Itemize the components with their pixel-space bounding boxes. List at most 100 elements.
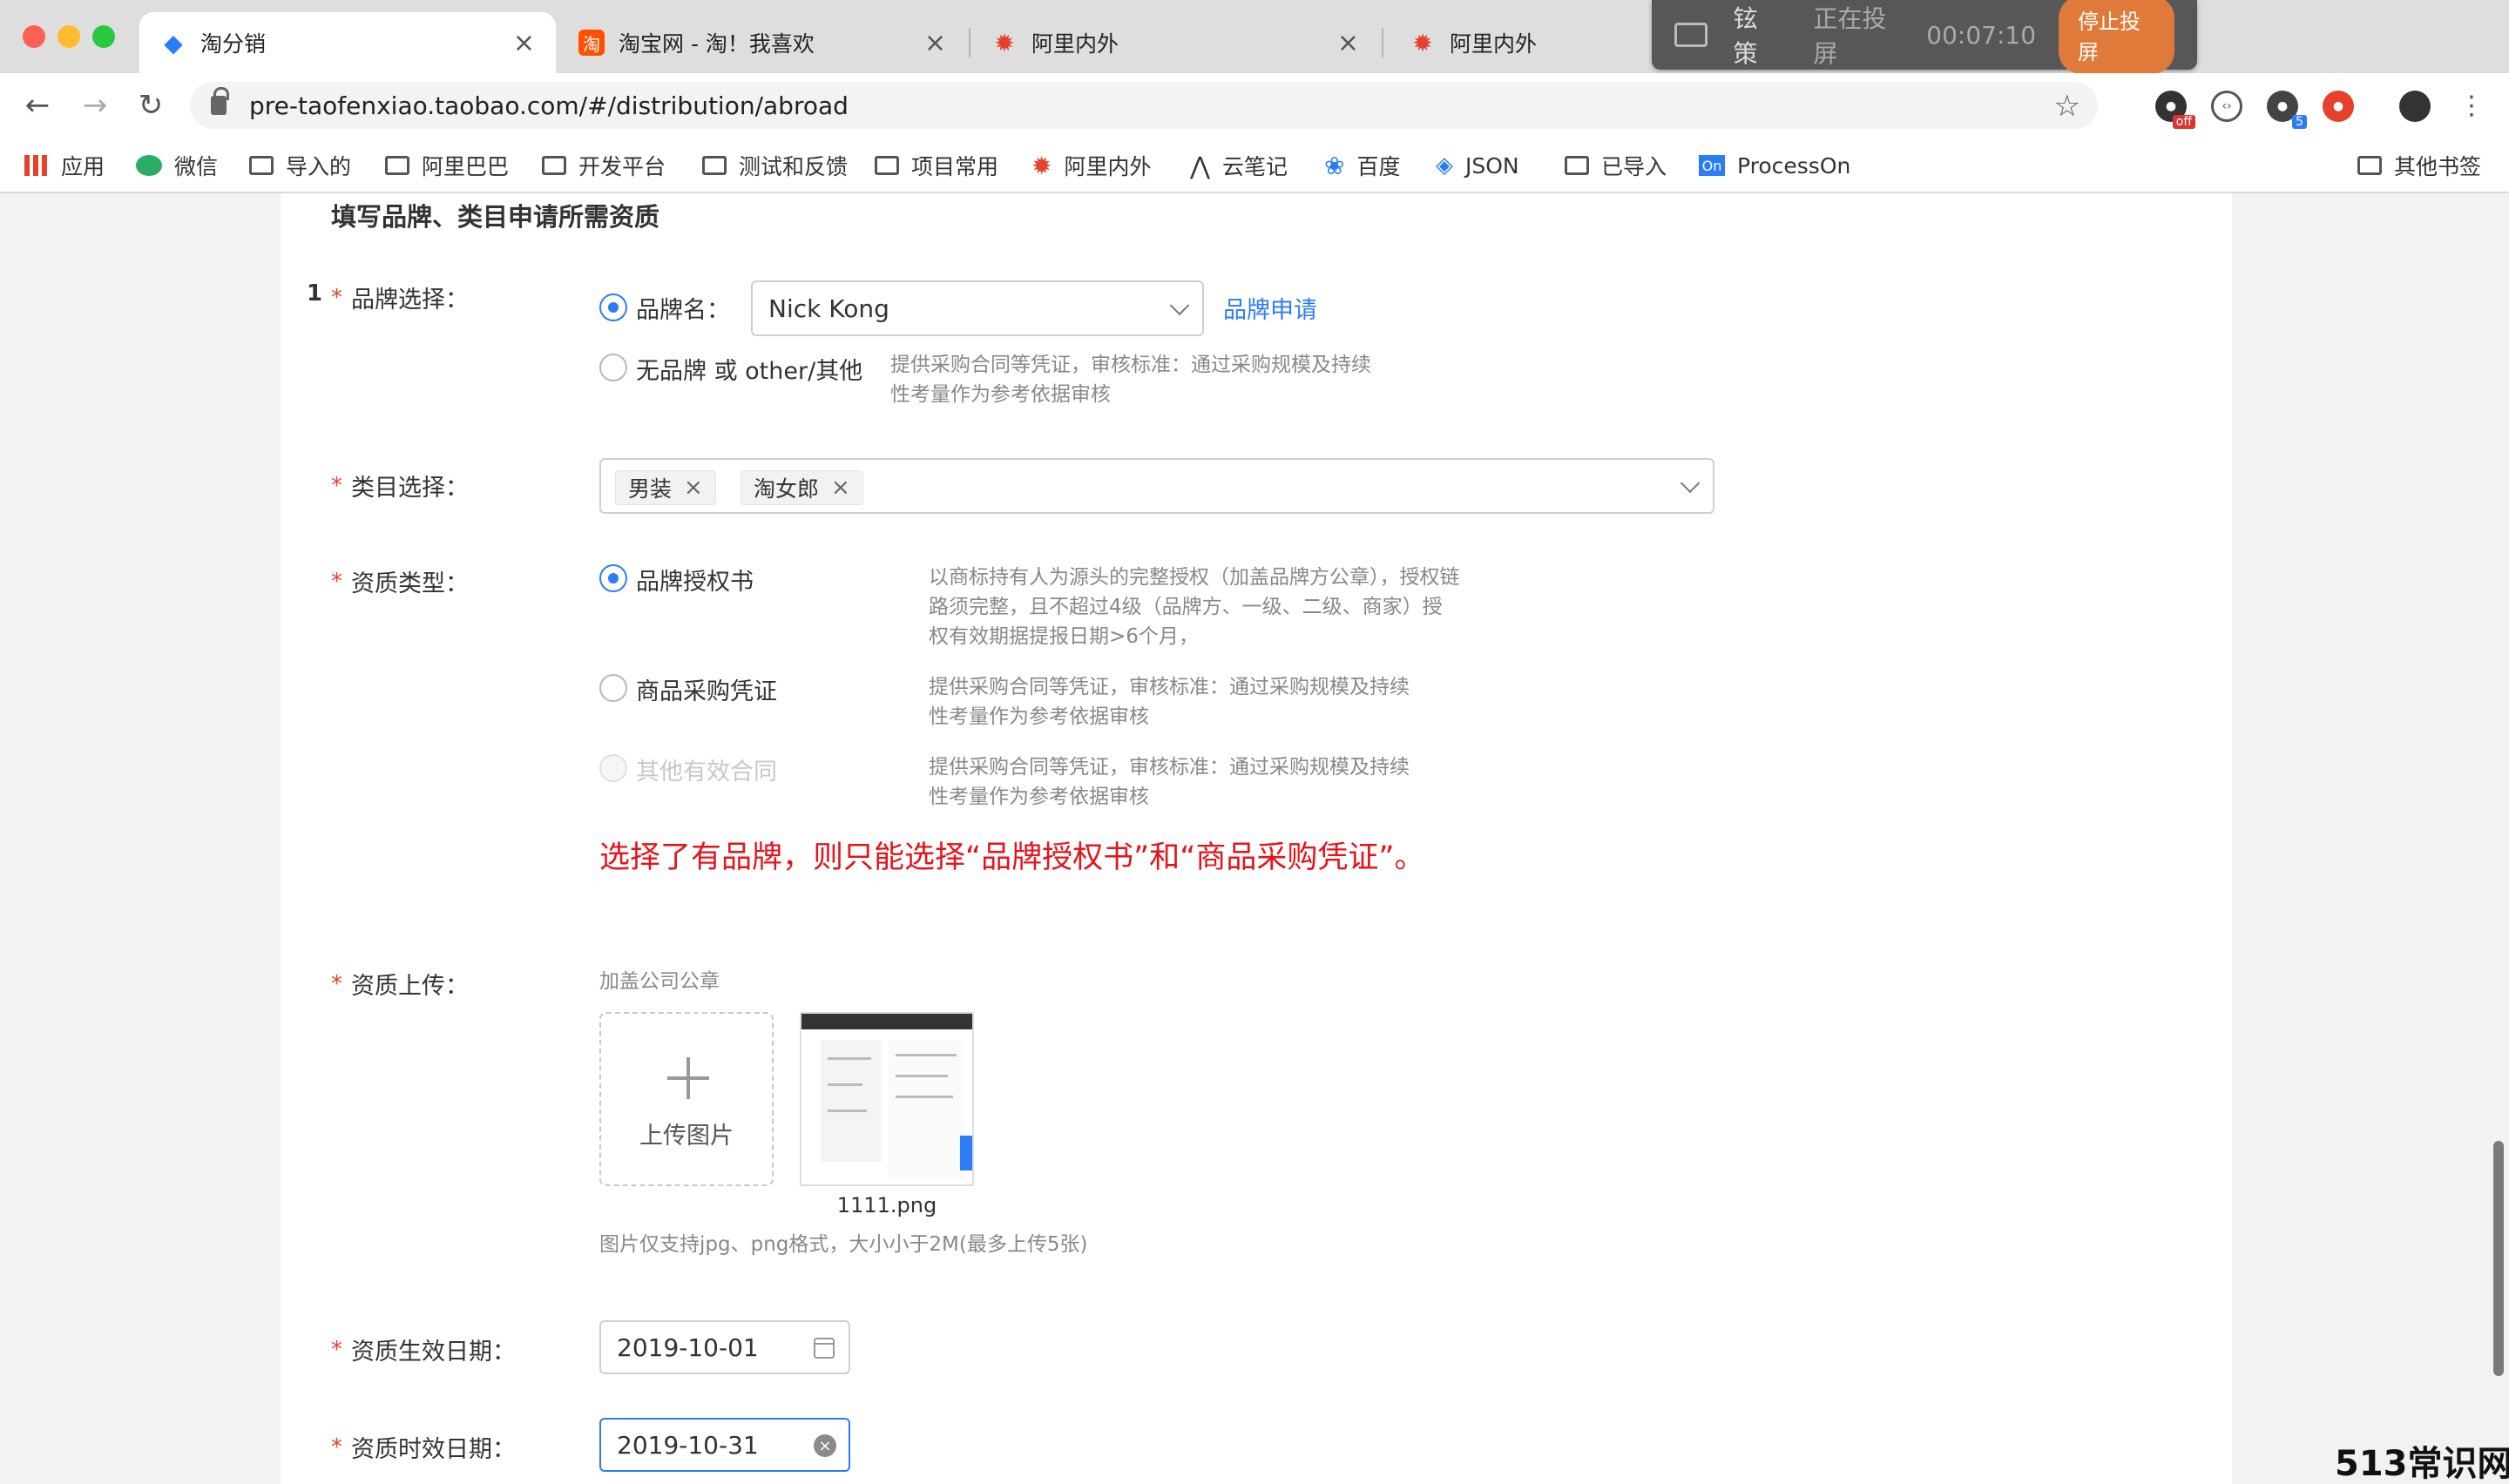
qualification-brand-auth-radio[interactable] bbox=[599, 564, 627, 592]
extension-red-icon[interactable]: ● bbox=[2323, 91, 2354, 122]
qualification-purchase-hint: 提供采购合同等凭证，审核标准：通过采购规模及持续性考量作为参考依据审核 bbox=[929, 676, 1410, 728]
required-mark: * bbox=[331, 472, 342, 499]
category-label: * 类目选择： bbox=[331, 472, 469, 503]
qualification-other-label: 其他有效合同 bbox=[636, 759, 777, 786]
bookmark-already-imported[interactable]: 已导入 bbox=[1565, 148, 1667, 183]
qualification-brand-auth-label: 品牌授权书 bbox=[636, 569, 754, 596]
bookmark-other[interactable]: 其他书签 bbox=[2357, 148, 2481, 183]
category-tag: 男装 × bbox=[615, 470, 716, 505]
row-index: 1 bbox=[307, 280, 323, 307]
bookmark-alibaba-inside[interactable]: ✹ 阿里内外 bbox=[1031, 148, 1151, 183]
qualification-purchase-radio[interactable] bbox=[599, 674, 627, 702]
brand-named-radio[interactable] bbox=[599, 293, 627, 321]
qualification-other-radio bbox=[599, 754, 627, 782]
uploaded-image-thumbnail[interactable] bbox=[800, 1012, 974, 1186]
bookmark-json[interactable]: ◈ JSON bbox=[1436, 148, 1519, 183]
end-date-value: 2019-10-31 bbox=[617, 1430, 759, 1460]
close-window-button[interactable] bbox=[23, 25, 45, 48]
bookmarks-bar: 应用 微信 导入的 阿里巴巴 开发平台 测试和反馈 项目常用 ✹ 阿里内外 ⋀ 云笔… bbox=[0, 138, 2509, 193]
remove-tag-icon[interactable]: × bbox=[831, 475, 850, 501]
bookmark-apps[interactable]: 应用 bbox=[24, 148, 105, 183]
bookmark-dev-platform[interactable]: 开发平台 bbox=[542, 148, 666, 183]
end-date-label: * 资质时效日期： bbox=[331, 1433, 516, 1464]
qualification-type-label: * 资质类型： bbox=[331, 568, 469, 598]
brand-select[interactable]: Nick Kong bbox=[751, 280, 1204, 336]
remove-tag-icon[interactable]: × bbox=[684, 475, 703, 501]
watermark: 513常识网 bbox=[2335, 1444, 2509, 1484]
bookmark-imported[interactable]: 导入的 bbox=[249, 148, 351, 183]
maximize-window-button[interactable] bbox=[92, 25, 115, 48]
stop-cast-button[interactable]: 停止投屏 bbox=[2059, 0, 2175, 74]
required-mark: * bbox=[331, 284, 342, 311]
bookmark-star-icon[interactable]: ☆ bbox=[2054, 89, 2080, 124]
folder-icon bbox=[702, 156, 727, 175]
bookmark-processon[interactable]: On ProcessOn bbox=[1699, 148, 1850, 183]
clear-icon[interactable]: × bbox=[814, 1434, 836, 1457]
folder-icon bbox=[2357, 156, 2382, 175]
extension-off-icon[interactable]: ● off bbox=[2155, 91, 2195, 129]
ali-star-icon: ✹ bbox=[1412, 28, 1433, 57]
screen-cast-icon bbox=[1674, 23, 1708, 47]
forward-arrow-icon[interactable]: → bbox=[75, 85, 115, 125]
folder-icon bbox=[1565, 156, 1589, 175]
bookmark-test-feedback[interactable]: 测试和反馈 bbox=[702, 148, 848, 183]
brand-none-hint: 提供采购合同等凭证，审核标准：通过采购规模及持续性考量作为参考依据审核 bbox=[890, 354, 1371, 406]
required-mark: * bbox=[331, 568, 342, 595]
start-date-value: 2019-10-01 bbox=[617, 1332, 759, 1362]
extension-octocat-icon[interactable]: ● 5 bbox=[2267, 91, 2307, 129]
page-scrollbar[interactable] bbox=[2493, 1141, 2504, 1376]
taobao-icon: 淘 bbox=[578, 30, 605, 56]
tab-taofenxiao[interactable]: ◆ 淘分销 × bbox=[139, 12, 556, 73]
avatar[interactable] bbox=[2399, 91, 2431, 122]
fish-icon: ◆ bbox=[164, 28, 183, 57]
brand-warning-annotation: 选择了有品牌，则只能选择“品牌授权书”和“商品采购凭证”。 bbox=[599, 840, 1425, 875]
close-tab-icon[interactable]: × bbox=[924, 28, 946, 58]
brand-none-label: 无品牌 或 other/其他 bbox=[636, 358, 863, 385]
bookmark-wechat[interactable]: 微信 bbox=[136, 148, 218, 183]
qualification-purchase-label: 商品采购凭证 bbox=[636, 678, 777, 705]
ali-star-icon: ✹ bbox=[994, 28, 1015, 57]
close-tab-icon[interactable]: × bbox=[1337, 28, 1359, 58]
qualification-brand-auth-hint: 以商标持有人为源头的完整授权（加盖品牌方公章），授权链路须完整，且不超过4级（品… bbox=[929, 566, 1460, 648]
plus-icon bbox=[667, 1057, 709, 1099]
back-arrow-icon[interactable]: ← bbox=[17, 85, 57, 125]
start-date-label: * 资质生效日期： bbox=[331, 1336, 516, 1366]
start-date-input[interactable]: 2019-10-01 bbox=[599, 1320, 850, 1374]
tab-taobao[interactable]: 淘 淘宝网 - 淘！我喜欢 × bbox=[558, 12, 967, 73]
screen-cast-bar: 铉策 正在投屏 00:07:10 停止投屏 bbox=[1652, 0, 2197, 74]
extension-code-icon[interactable]: ‹› bbox=[2211, 91, 2242, 122]
tab-alibaba-inside[interactable]: ✹ 阿里内外 × bbox=[970, 12, 1380, 73]
tab-separator bbox=[1382, 28, 1383, 57]
cast-timer: 00:07:10 bbox=[1926, 20, 2037, 50]
brand-apply-link[interactable]: 品牌申请 bbox=[1223, 291, 1317, 325]
calendar-icon[interactable] bbox=[814, 1338, 835, 1359]
chevron-down-icon bbox=[1169, 295, 1190, 316]
url-text: pre-taofenxiao.taobao.com/#/distribution… bbox=[249, 91, 849, 120]
required-mark: * bbox=[331, 1433, 342, 1460]
chevron-down-icon bbox=[1680, 473, 1701, 494]
bookmark-alibaba[interactable]: 阿里巴巴 bbox=[385, 148, 509, 183]
category-select[interactable]: 男装 × 淘女郎 × bbox=[599, 458, 1714, 514]
category-tag: 淘女郎 × bbox=[741, 470, 863, 505]
close-tab-icon[interactable]: × bbox=[513, 28, 535, 58]
address-bar[interactable]: pre-taofenxiao.taobao.com/#/distribution… bbox=[190, 82, 2098, 129]
bookmark-baidu[interactable]: ❀ 百度 bbox=[1324, 148, 1400, 183]
browser-tab-bar: ◆ 淘分销 × 淘 淘宝网 - 淘！我喜欢 × ✹ 阿里内外 × ✹ 阿里内外 … bbox=[0, 0, 2509, 74]
uploaded-file-name: 1111.png bbox=[836, 1193, 937, 1218]
required-mark: * bbox=[331, 1336, 342, 1363]
upload-image-button[interactable]: 上传图片 bbox=[599, 1012, 774, 1186]
upload-image-text: 上传图片 bbox=[639, 1123, 734, 1150]
bookmark-project[interactable]: 项目常用 bbox=[875, 148, 998, 183]
brand-none-radio[interactable] bbox=[599, 354, 627, 381]
reload-icon[interactable]: ↻ bbox=[131, 85, 171, 125]
apps-grid-icon bbox=[24, 155, 49, 176]
wechat-icon bbox=[136, 155, 162, 176]
end-date-input[interactable]: 2019-10-31 × bbox=[599, 1418, 850, 1472]
bookmark-cloud-note[interactable]: ⋀ 云笔记 bbox=[1190, 148, 1288, 183]
required-mark: * bbox=[331, 970, 342, 997]
ali-star-icon: ✹ bbox=[1031, 151, 1052, 180]
tab-alibaba-inside-2[interactable]: ✹ 阿里内外 bbox=[1389, 12, 1650, 73]
minimize-window-button[interactable] bbox=[57, 25, 80, 48]
more-menu-icon[interactable]: ⋮ bbox=[2452, 85, 2492, 125]
folder-icon bbox=[542, 156, 566, 175]
